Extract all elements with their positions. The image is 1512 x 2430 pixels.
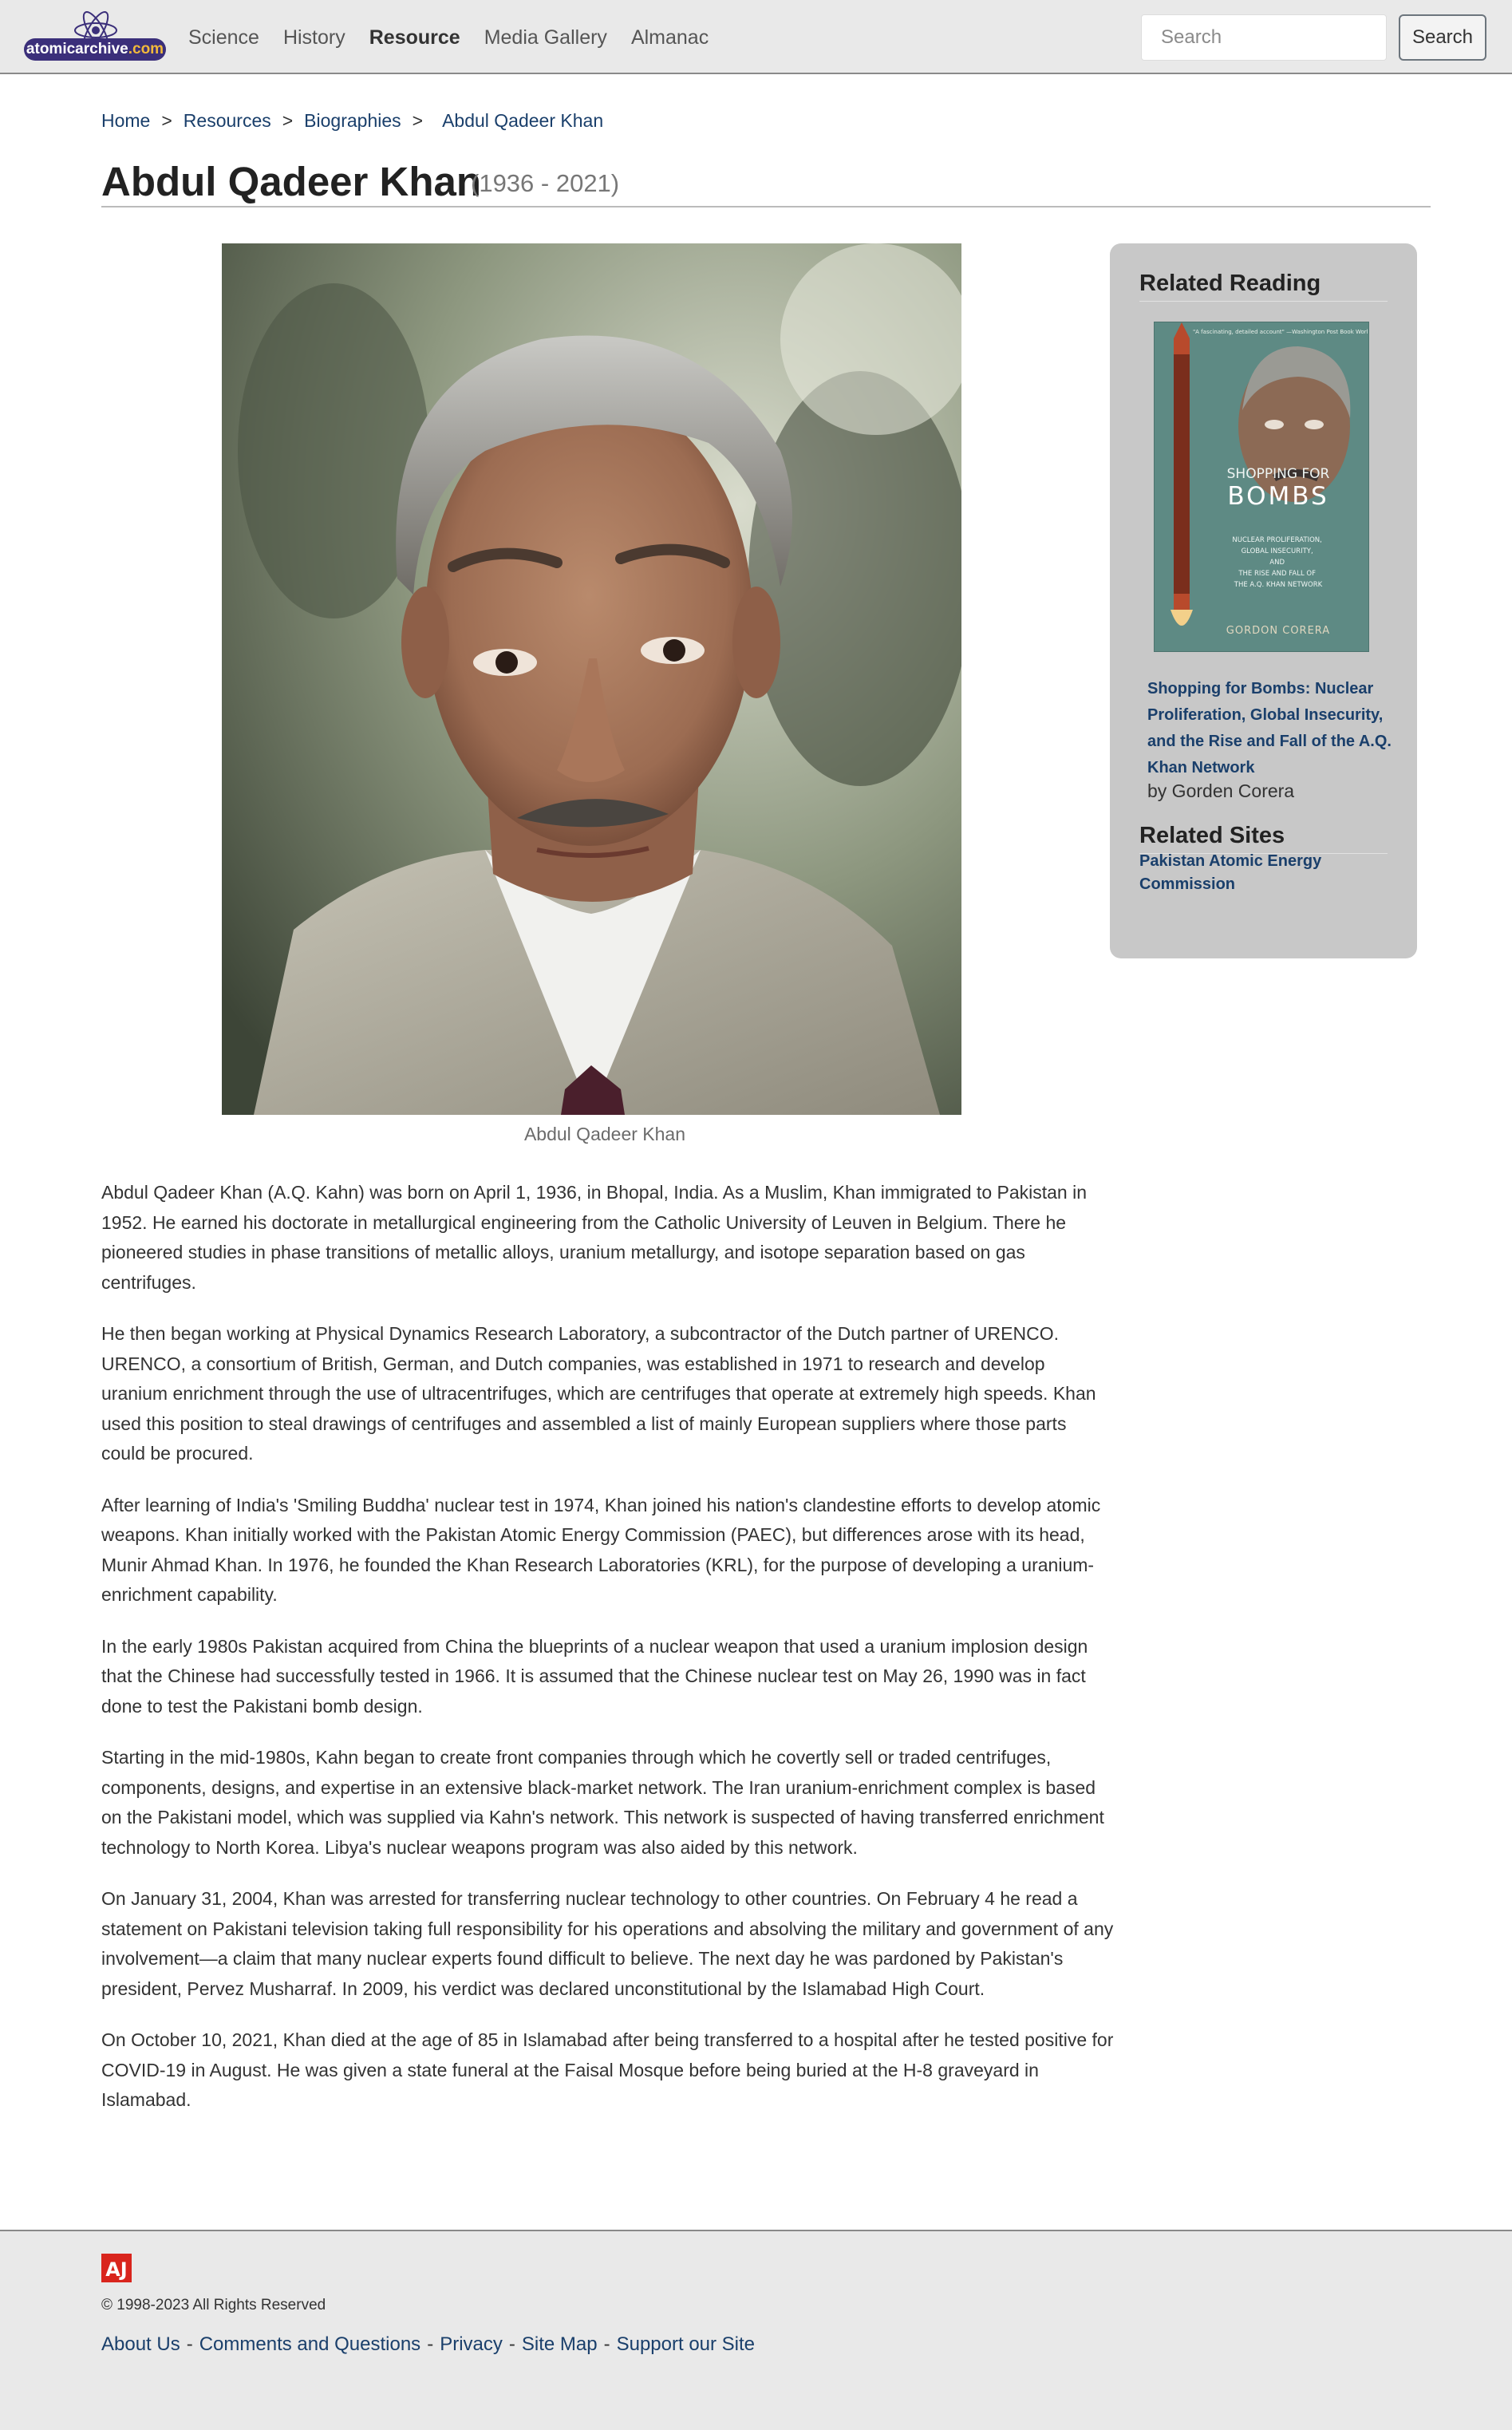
article-paragraph: In the early 1980s Pakistan acquired fro… xyxy=(101,1635,1088,1717)
article-paragraph: Starting in the mid-1980s, Kahn began to… xyxy=(101,1747,1104,1858)
related-sites-heading: Related Sites xyxy=(1139,820,1388,854)
footer-link-about-us[interactable]: About Us xyxy=(101,2333,180,2356)
search-input[interactable] xyxy=(1141,14,1387,61)
footer-link-support[interactable]: Support our Site xyxy=(617,2333,755,2356)
related-site-paec-link[interactable]: Pakistan Atomic Energy Commission xyxy=(1139,850,1379,896)
footer-link-separator: - xyxy=(603,2333,610,2355)
life-dates: (1936 - 2021) xyxy=(471,169,620,197)
page-title: Abdul Qadeer Khan xyxy=(101,159,482,204)
breadcrumb-separator: > xyxy=(412,110,424,131)
breadcrumb: Home > Resources > Biographies > Abdul Q… xyxy=(101,109,603,132)
cover-author: GORDON CORERA xyxy=(1226,625,1330,637)
footer-link-privacy[interactable]: Privacy xyxy=(440,2333,503,2356)
top-navbar: atomicarchive.com Science History Resour… xyxy=(0,0,1512,74)
nav-resource[interactable]: Resource xyxy=(369,24,460,51)
article-paragraph: He then began working at Physical Dynami… xyxy=(101,1323,1096,1464)
page-header: Abdul Qadeer Khan (1936 - 2021) xyxy=(101,156,1431,207)
footer-link-separator: - xyxy=(186,2333,193,2355)
footer-links: About Us - Comments and Questions - Priv… xyxy=(101,2333,755,2356)
nav-media-gallery[interactable]: Media Gallery xyxy=(484,24,607,51)
footer-logo-icon: AJ xyxy=(101,2254,132,2282)
biography-article: Abdul Qadeer Khan (A.Q. Kahn) was born o… xyxy=(101,1178,1115,2137)
footer-link-separator: - xyxy=(427,2333,434,2355)
footer-link-separator: - xyxy=(508,2333,515,2355)
site-logo[interactable]: atomicarchive.com xyxy=(24,11,166,62)
book-title-link[interactable]: Shopping for Bombs: Nuclear Proliferatio… xyxy=(1147,676,1395,781)
portrait-illustration xyxy=(222,243,961,1115)
footer-link-comments[interactable]: Comments and Questions xyxy=(199,2333,420,2356)
book-cover-image[interactable]: "A fascinating, detailed account" —Washi… xyxy=(1154,322,1369,652)
related-sidebar: Related Reading "A fascinating, detailed… xyxy=(1110,243,1417,958)
breadcrumb-home[interactable]: Home xyxy=(101,109,150,132)
cover-title-line2: BOMBS xyxy=(1227,482,1328,511)
article-paragraph: After learning of India's 'Smiling Buddh… xyxy=(101,1494,1101,1606)
nav-history[interactable]: History xyxy=(283,24,345,51)
book-author: by Gorden Corera xyxy=(1147,780,1295,801)
footer-link-site-map[interactable]: Site Map xyxy=(522,2333,598,2356)
article-paragraph: On January 31, 2004, Khan was arrested f… xyxy=(101,1888,1114,1999)
article-paragraph: Abdul Qadeer Khan (A.Q. Kahn) was born o… xyxy=(101,1182,1088,1293)
image-caption: Abdul Qadeer Khan xyxy=(523,1124,686,1144)
breadcrumb-resources[interactable]: Resources xyxy=(184,109,271,132)
breadcrumb-separator: > xyxy=(282,110,294,131)
breadcrumb-biographies[interactable]: Biographies xyxy=(304,109,401,132)
cover-title-line1: SHOPPING FOR xyxy=(1227,466,1330,482)
logo-wordmark: atomicarchive.com xyxy=(24,38,166,61)
nav-almanac[interactable]: Almanac xyxy=(631,24,709,51)
breadcrumb-separator: > xyxy=(161,110,172,131)
article-paragraph: On October 10, 2021, Khan died at the ag… xyxy=(101,2029,1114,2110)
site-footer: AJ © 1998-2023 All Rights Reserved About… xyxy=(0,2230,1512,2430)
footer-logo-text: AJ xyxy=(105,2258,128,2281)
main-nav: Science History Resource Media Gallery A… xyxy=(188,24,732,51)
related-reading-heading: Related Reading xyxy=(1139,267,1388,302)
portrait-image xyxy=(222,243,961,1115)
search-button[interactable]: Search xyxy=(1399,14,1486,61)
book-cover-art: "A fascinating, detailed account" —Washi… xyxy=(1155,322,1369,651)
nav-science[interactable]: Science xyxy=(188,24,259,51)
breadcrumb-current[interactable]: Abdul Qadeer Khan xyxy=(442,109,603,132)
cover-quote: "A fascinating, detailed account" —Washi… xyxy=(1193,329,1369,335)
copyright-text: © 1998-2023 All Rights Reserved xyxy=(101,2297,326,2313)
